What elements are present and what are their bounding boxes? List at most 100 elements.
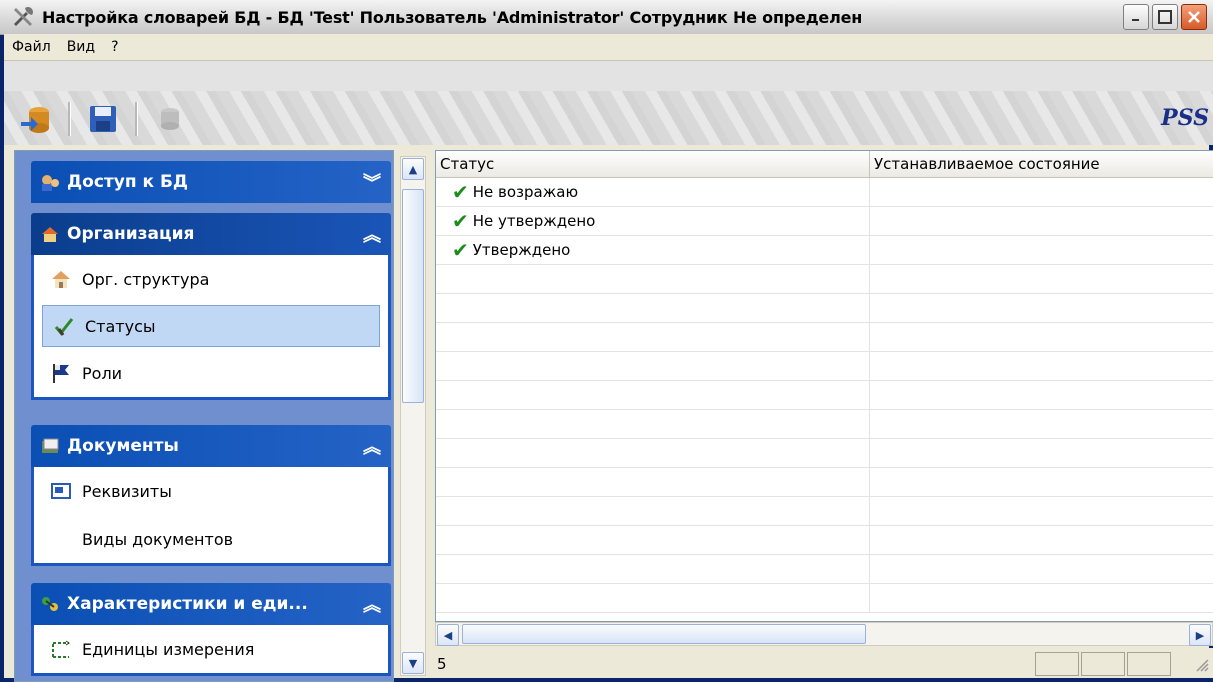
sidebar-group-db-access: Доступ к БД ︾	[31, 161, 391, 203]
characteristics-icon	[39, 593, 61, 615]
minimize-icon	[1132, 19, 1139, 21]
status-panel	[1035, 652, 1079, 676]
status-cell: ✔ Не возражаю	[436, 178, 870, 206]
flag-icon	[50, 362, 72, 384]
scroll-left-button[interactable]: ◀	[437, 624, 459, 646]
table-row-empty	[436, 381, 1213, 410]
scroll-up-button[interactable]: ▲	[402, 158, 424, 180]
resize-grip-icon[interactable]	[1193, 656, 1209, 676]
maximize-icon	[1158, 10, 1172, 24]
sidebar-item-label: Роли	[82, 363, 123, 383]
sidebar-item-label: Орг. структура	[82, 269, 210, 289]
field-icon	[50, 480, 72, 502]
maximize-button[interactable]	[1152, 4, 1178, 30]
table-row[interactable]: ✔ Не утверждено	[436, 207, 1213, 236]
sidebar-group-header[interactable]: Документы ︽	[31, 425, 391, 467]
menu-view[interactable]: Вид	[59, 39, 103, 55]
sidebar-item-document-types[interactable]: Виды документов	[34, 515, 388, 563]
sidebar-item-label: Виды документов	[82, 529, 234, 549]
toolbar-separator	[135, 102, 138, 136]
sidebar-item-org-structure[interactable]: Орг. структура	[34, 255, 388, 303]
table-row-empty	[436, 294, 1213, 323]
status-panel	[1127, 652, 1171, 676]
sidebar-group-characteristics: Характеристики и еди... ︽ Единицы измере…	[31, 583, 391, 676]
status-text: Не утверждено	[472, 212, 596, 230]
sidebar-item-label: Статусы	[85, 316, 156, 336]
sidebar-scrollbar[interactable]: ▲ ▼	[400, 156, 426, 676]
chevron-up-icon[interactable]: ︽	[363, 591, 381, 617]
blank-icon	[50, 528, 72, 550]
connect-db-button[interactable]	[18, 101, 54, 137]
connect-db-icon	[21, 107, 49, 133]
status-panel	[1081, 652, 1125, 676]
close-button[interactable]	[1181, 4, 1207, 30]
sidebar-group-title: Организация	[67, 224, 195, 244]
sidebar-group-title: Документы	[67, 436, 179, 456]
scroll-thumb[interactable]	[462, 624, 866, 644]
organization-icon	[39, 223, 61, 245]
db-access-icon	[39, 171, 61, 193]
close-icon	[1188, 11, 1200, 23]
status-bar: 5	[435, 648, 1213, 678]
table-row-empty	[436, 526, 1213, 555]
table-row-empty	[436, 323, 1213, 352]
table-row[interactable]: ✔ Утверждено	[436, 236, 1213, 265]
sidebar-item-statuses[interactable]: Статусы	[42, 305, 380, 347]
scroll-thumb[interactable]	[402, 189, 424, 403]
table-row-empty	[436, 468, 1213, 497]
sidebar-item-units[interactable]: Единицы измерения	[34, 625, 388, 673]
brand-logo: PSS	[1161, 105, 1209, 131]
chevron-down-icon[interactable]: ︾	[363, 169, 381, 195]
column-header-state[interactable]: Устанавливаемое состояние	[870, 151, 1213, 177]
state-cell	[870, 236, 1213, 264]
check-icon: ✔	[452, 209, 469, 233]
table-row[interactable]: ✔ Не возражаю	[436, 178, 1213, 207]
menu-help[interactable]: ?	[103, 39, 126, 55]
sidebar-panel: Доступ к БД ︾ Организация ︽ Орг. структу…	[14, 150, 394, 682]
title-bar[interactable]: Настройка словарей БД - БД 'Test' Пользо…	[0, 0, 1213, 35]
table-row-empty	[436, 439, 1213, 468]
sidebar-group-header[interactable]: Организация ︽	[31, 213, 391, 255]
sidebar-group-body: Единицы измерения	[31, 625, 391, 676]
sidebar-group-body: Реквизиты Виды документов	[31, 467, 391, 566]
check-icon: ✔	[452, 180, 469, 204]
state-cell	[870, 207, 1213, 235]
status-cell: ✔ Утверждено	[436, 236, 870, 264]
column-header-status[interactable]: Статус	[436, 151, 870, 177]
sidebar-item-roles[interactable]: Роли	[34, 349, 388, 397]
status-text: Не возражаю	[472, 183, 579, 201]
tools-icon	[10, 4, 36, 30]
minimize-button[interactable]	[1123, 4, 1149, 30]
app-window: Настройка словарей БД - БД 'Test' Пользо…	[0, 0, 1213, 682]
table-row-empty	[436, 584, 1213, 613]
check-icon: ✔	[452, 238, 469, 262]
table-row-empty	[436, 497, 1213, 526]
chevron-up-icon[interactable]: ︽	[363, 221, 381, 247]
menu-bar: Файл Вид ?	[4, 34, 1213, 61]
chevron-up-icon[interactable]: ︽	[363, 433, 381, 459]
sidebar-group-header[interactable]: Характеристики и еди... ︽	[31, 583, 391, 625]
sidebar-group-documents: Документы ︽ Реквизиты Виды документов	[31, 425, 391, 566]
toolbar: PSS	[4, 61, 1213, 145]
sidebar-item-label: Единицы измерения	[82, 639, 255, 659]
status-grid: Статус Устанавливаемое состояние ✔ Не воз…	[435, 150, 1213, 622]
save-icon	[90, 106, 116, 132]
disabled-action-button[interactable]	[152, 101, 188, 137]
state-cell	[870, 178, 1213, 206]
window-title: Настройка словарей БД - БД 'Test' Пользо…	[42, 7, 863, 27]
measure-icon	[50, 638, 72, 660]
scroll-down-button[interactable]: ▼	[402, 652, 424, 674]
documents-icon	[39, 435, 61, 457]
table-row-empty	[436, 352, 1213, 381]
table-row-empty	[436, 555, 1213, 584]
sidebar-group-title: Характеристики и еди...	[67, 594, 308, 614]
grid-horizontal-scrollbar[interactable]: ◀ ▶	[435, 622, 1213, 646]
sidebar-group-organization: Организация ︽ Орг. структура Статусы Рол…	[31, 213, 391, 400]
status-text: Утверждено	[472, 241, 571, 259]
save-button[interactable]	[85, 101, 121, 137]
disabled-action-icon	[161, 108, 179, 130]
menu-file[interactable]: Файл	[4, 39, 59, 55]
sidebar-item-requisites[interactable]: Реквизиты	[34, 467, 388, 515]
sidebar-group-header[interactable]: Доступ к БД ︾	[31, 161, 391, 203]
scroll-right-button[interactable]: ▶	[1189, 624, 1211, 646]
